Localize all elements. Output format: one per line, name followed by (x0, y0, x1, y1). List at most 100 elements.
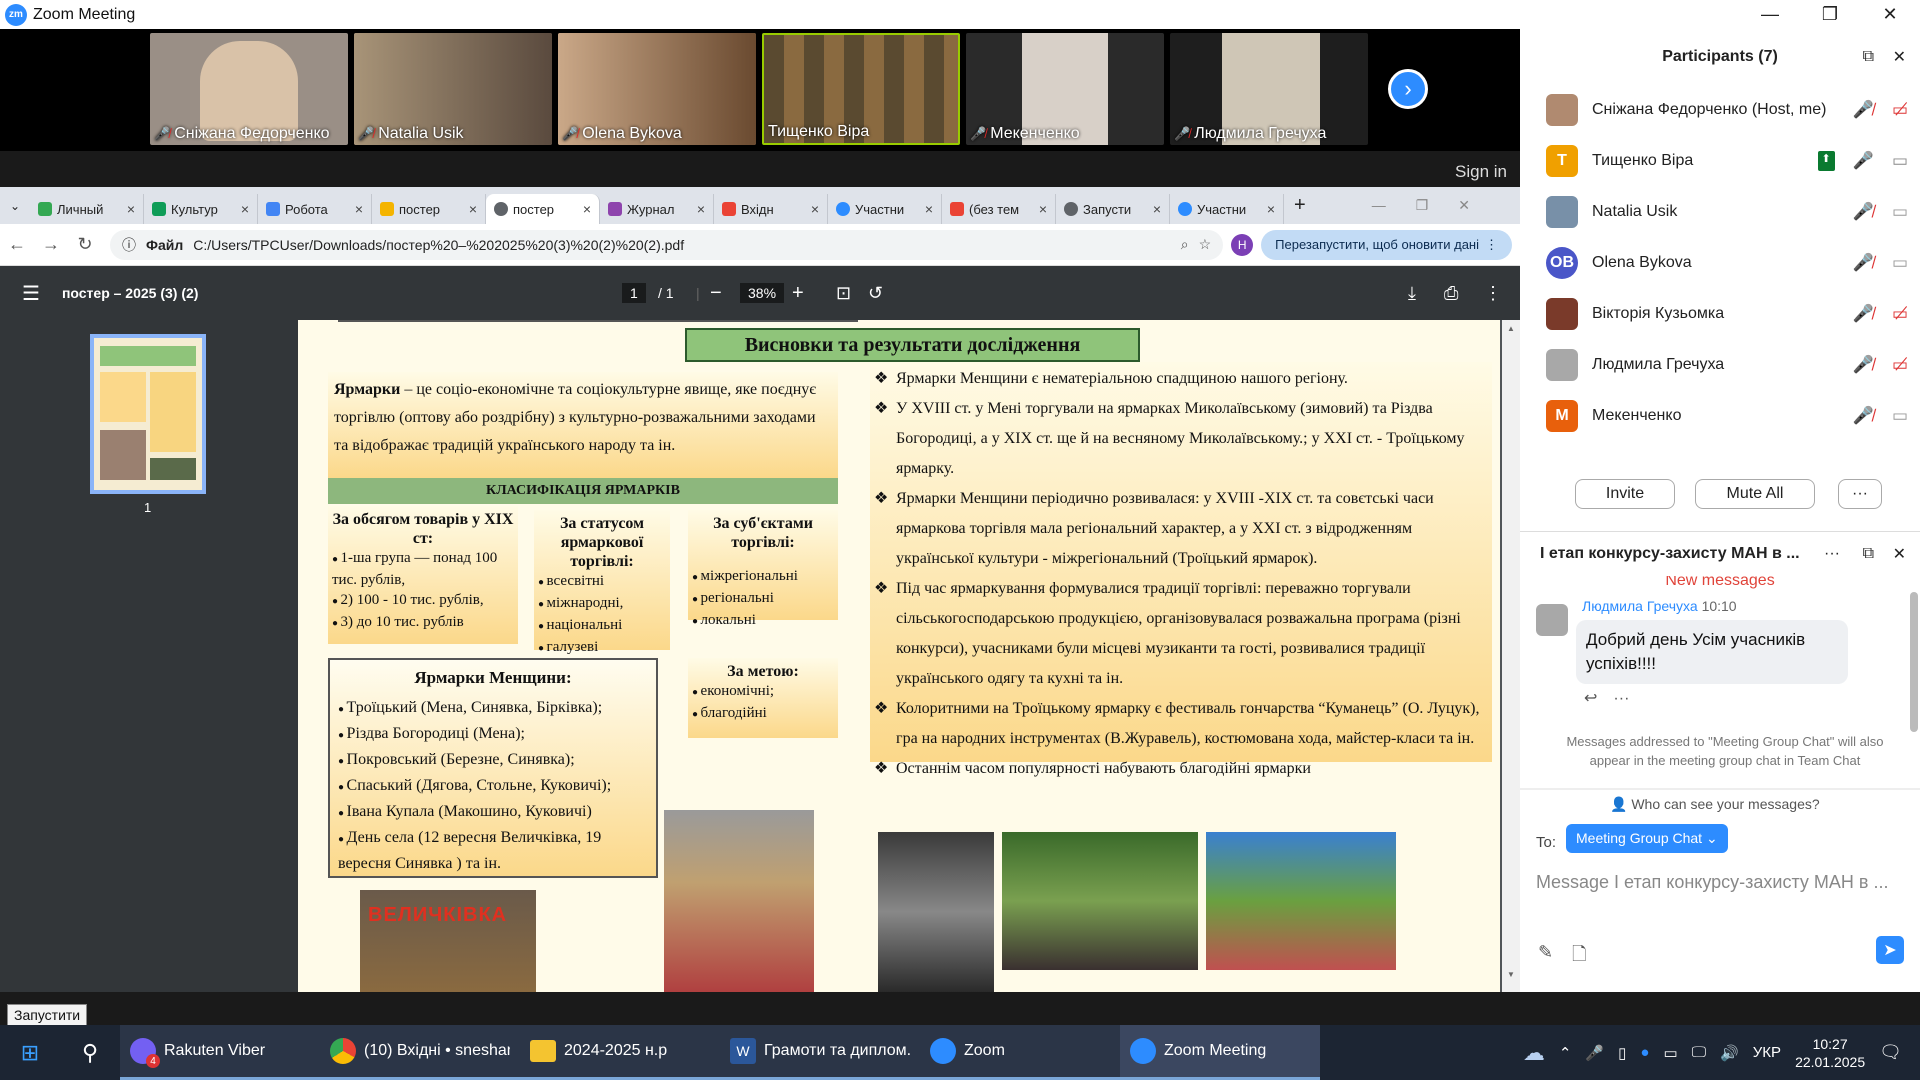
clock[interactable]: 10:27 22.01.2025 (1795, 1035, 1865, 1071)
battery-icon[interactable]: ▭ (1663, 1044, 1677, 1062)
browser-tab[interactable]: Запусти × (1056, 194, 1170, 224)
participant-row[interactable]: Natalia Usik 🎤̸ ▭ (1520, 186, 1920, 237)
message-input[interactable]: Message І етап конкурсу-захисту МАН в ..… (1536, 872, 1906, 893)
restore-icon[interactable]: ❐ (1800, 0, 1860, 29)
minimize-icon[interactable]: — (1740, 0, 1800, 29)
mic-muted-icon[interactable]: 🎤̸ (1853, 253, 1874, 273)
browser-tab[interactable]: Личный × (30, 194, 144, 224)
zoom-tray-icon[interactable]: ● (1640, 1044, 1649, 1061)
mic-muted-icon[interactable]: 🎤̸ (1853, 304, 1874, 324)
tab-close-icon[interactable]: × (583, 201, 591, 217)
tab-close-icon[interactable]: × (241, 201, 249, 217)
windows-start-icon[interactable]: ⊞ (0, 1040, 60, 1066)
video-on-icon[interactable]: ▭ (1892, 151, 1908, 171)
zoom-magnifier-icon[interactable]: ⌕ (1181, 236, 1189, 253)
tab-close-icon[interactable]: × (355, 201, 363, 217)
download-icon[interactable]: ⤓ (1408, 283, 1416, 304)
video-tile[interactable]: 🎤̸ Natalia Usik (354, 33, 552, 145)
bookmark-star-icon[interactable]: ☆ (1199, 236, 1212, 253)
sidebar-menu-icon[interactable]: ☰ (22, 281, 40, 306)
mute-all-button[interactable]: Mute All (1695, 479, 1815, 509)
close-icon[interactable]: ✕ (1860, 0, 1920, 29)
back-icon[interactable]: ← (0, 234, 34, 255)
fit-page-icon[interactable]: ⊡ (836, 283, 851, 304)
browser-window-controls[interactable]: —❐✕ (1372, 197, 1500, 214)
send-icon[interactable]: ➤ (1876, 936, 1904, 964)
tab-close-icon[interactable]: × (697, 201, 705, 217)
browser-tab[interactable]: постер × (372, 194, 486, 224)
taskbar-app-viber[interactable]: 4 Rakuten Viber (120, 1025, 320, 1080)
mic-muted-icon[interactable]: 🎤̸ (1853, 355, 1874, 375)
browser-tab[interactable]: Культур × (144, 194, 258, 224)
rotate-icon[interactable]: ↺ (868, 283, 883, 304)
tab-close-icon[interactable]: × (469, 201, 477, 217)
show-hidden-icons-icon[interactable]: ⌃ (1559, 1044, 1572, 1062)
participant-row[interactable]: OB Olena Bykova 🎤̸ ▭ (1520, 237, 1920, 288)
video-on-icon[interactable]: ▭ (1892, 202, 1908, 222)
new-tab-icon[interactable]: + (1294, 194, 1306, 217)
message-more-icon[interactable]: ··· (1613, 690, 1629, 707)
print-icon[interactable]: ⎙ (1444, 283, 1458, 304)
close-panel-icon[interactable]: ✕ (1893, 47, 1906, 67)
notifications-icon[interactable]: 🗨 (1879, 1042, 1902, 1063)
more-options-button[interactable]: ··· (1838, 479, 1882, 509)
relaunch-button[interactable]: Перезапустити, щоб оновити дані ⋮ (1261, 229, 1512, 260)
video-tile[interactable]: 🎤̸ Olena Bykova (558, 33, 756, 145)
next-videos-arrow-icon[interactable]: › (1388, 69, 1428, 109)
taskbar-app-zoom[interactable]: Zoom (920, 1025, 1120, 1080)
scroll-down-icon[interactable]: ▼ (1507, 970, 1515, 979)
who-can-see-link[interactable]: 👤 Who can see your messages? (1610, 796, 1820, 813)
chat-popout-icon[interactable]: ⧉ (1863, 545, 1874, 563)
video-off-icon[interactable]: ▭̸ (1892, 100, 1908, 120)
zoom-level-input[interactable]: 38% (740, 283, 785, 303)
usb-icon[interactable]: ▯ (1618, 1044, 1626, 1062)
file-attach-icon[interactable]: 🗋 (1572, 942, 1586, 972)
url-field[interactable]: ⓘ Файл C:/Users/TPCUser/Downloads/постер… (110, 229, 1224, 260)
participant-row[interactable]: Сніжана Федорченко (Host, me) 🎤̸ ▭̸ (1520, 84, 1920, 135)
browser-tab[interactable]: Робота × (258, 194, 372, 224)
taskbar-app-folder[interactable]: 2024-2025 н.р (520, 1025, 720, 1080)
language-indicator[interactable]: УКР (1753, 1044, 1781, 1061)
pdf-scrollbar[interactable]: ▲ ▼ (1502, 320, 1520, 992)
network-icon[interactable]: 🖵 (1692, 1044, 1706, 1061)
taskbar-app-word[interactable]: W Грамоти та диплом... (720, 1025, 920, 1080)
video-on-icon[interactable]: ▭ (1892, 253, 1908, 273)
recipient-dropdown[interactable]: Meeting Group Chat ⌄ (1566, 824, 1728, 853)
participant-row[interactable]: T Тищенко Віра ⬆ 🎤 ▭ (1520, 135, 1920, 186)
profile-avatar[interactable]: Н (1231, 233, 1254, 256)
participant-row[interactable]: Вікторія Кузьомка 🎤̸ ▭̸ (1520, 288, 1920, 339)
mic-on-icon[interactable]: 🎤 (1853, 151, 1874, 171)
taskbar-app-zoom-meeting[interactable]: Zoom Meeting (1120, 1025, 1320, 1080)
browser-tab[interactable]: Журнал × (600, 194, 714, 224)
video-tile[interactable]: 🎤̸ Людмила Гречуха (1170, 33, 1368, 145)
browser-menu-icon[interactable]: ⋮ (1485, 237, 1498, 253)
zoom-out-icon[interactable]: − (710, 282, 722, 305)
video-tile-active-speaker[interactable]: Тищенко Віра (762, 33, 960, 145)
format-icon[interactable]: ✎ (1538, 942, 1553, 963)
video-on-icon[interactable]: ▭ (1892, 406, 1908, 426)
video-off-icon[interactable]: ▭̸ (1892, 304, 1908, 324)
browser-tab-active[interactable]: постер × (486, 194, 600, 224)
tab-close-icon[interactable]: × (1153, 201, 1161, 217)
mic-muted-icon[interactable]: 🎤̸ (1853, 202, 1874, 222)
zoom-in-icon[interactable]: + (792, 282, 804, 305)
tab-search-icon[interactable]: ⌄ (10, 199, 30, 213)
popout-icon[interactable]: ⧉ (1863, 48, 1874, 66)
participant-row[interactable]: M Мекенченко 🎤̸ ▭ (1520, 390, 1920, 441)
tab-close-icon[interactable]: × (1039, 201, 1047, 217)
video-tile[interactable]: 🎤̸ Мекенченко (966, 33, 1164, 145)
chat-more-icon[interactable]: ··· (1824, 545, 1840, 563)
participant-row[interactable]: Людмила Гречуха 🎤̸ ▭̸ (1520, 339, 1920, 390)
invite-button[interactable]: Invite (1575, 479, 1675, 509)
browser-tab[interactable]: Вхідн × (714, 194, 828, 224)
page-number-input[interactable]: 1 (622, 283, 646, 303)
page-thumbnail[interactable] (90, 334, 206, 494)
chat-scrollbar[interactable] (1910, 592, 1918, 732)
video-off-icon[interactable]: ▭̸ (1892, 355, 1908, 375)
browser-tab[interactable]: (без тем × (942, 194, 1056, 224)
taskbar-app-chrome[interactable]: (10) Вхідні • sneshan... (320, 1025, 520, 1080)
browser-tab[interactable]: Участни × (1170, 194, 1284, 224)
onedrive-icon[interactable]: ☁ (1523, 1040, 1545, 1066)
tab-close-icon[interactable]: × (1267, 201, 1275, 217)
microphone-icon[interactable]: 🎤 (1585, 1044, 1604, 1062)
